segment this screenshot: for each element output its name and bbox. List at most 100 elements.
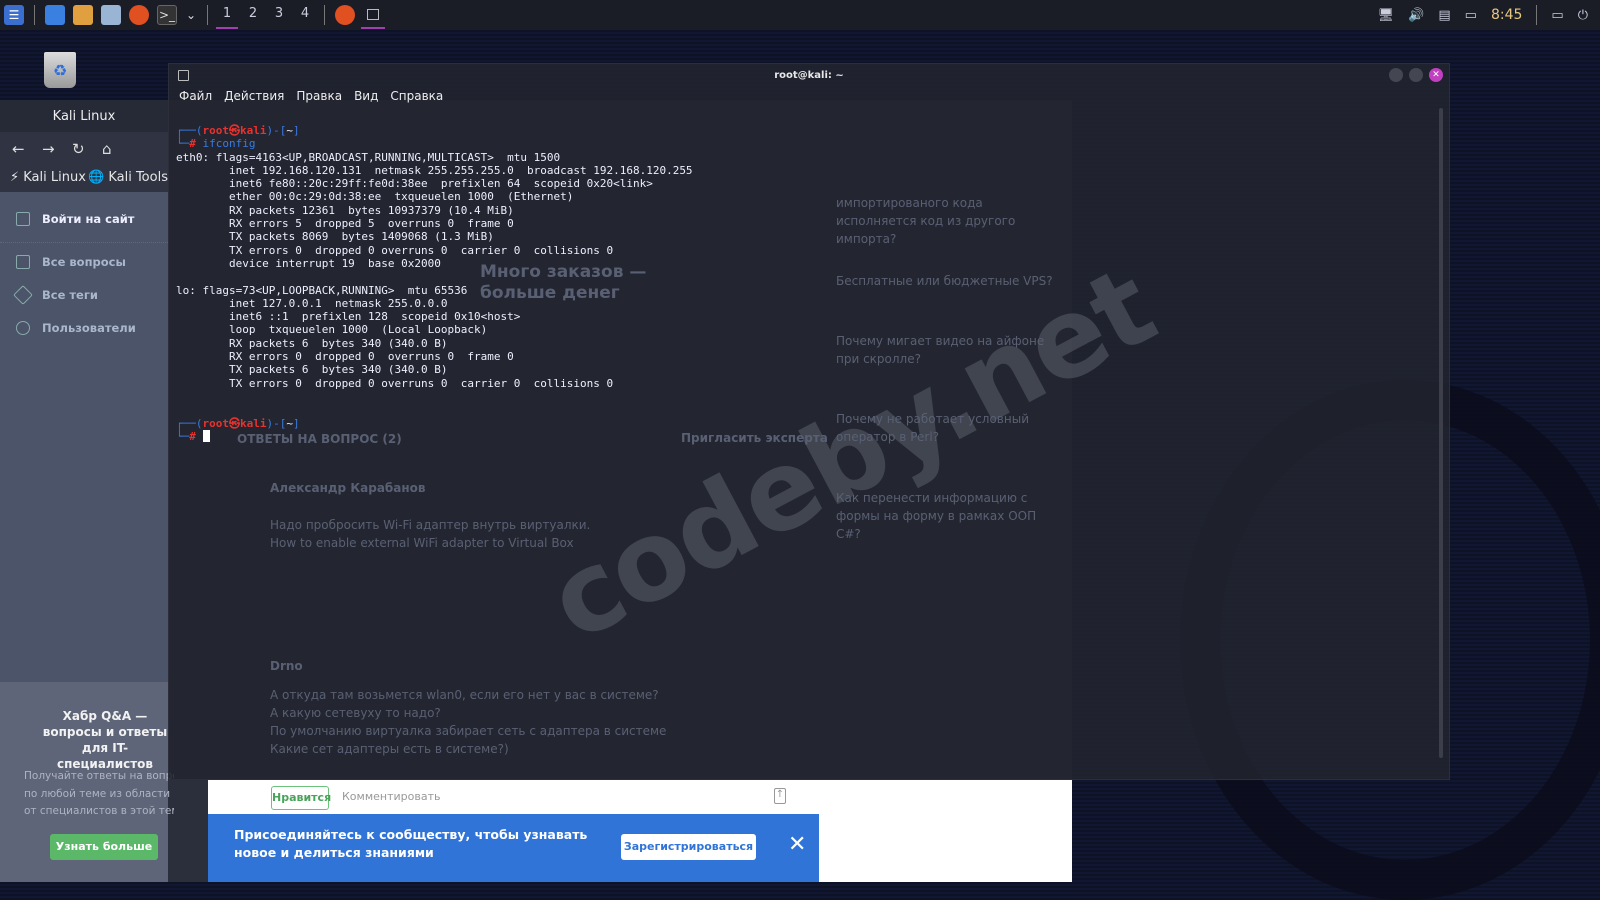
text-editor-icon[interactable] [101,5,121,25]
answer-text: А какую сетевуху то надо? [270,706,441,720]
sidebar-item-questions[interactable]: Все вопросы [16,255,126,269]
output-line: TX packets 8069 bytes 1409068 (1.3 MiB) [176,230,494,244]
menu-help[interactable]: Справка [390,89,443,103]
output-line: RX errors 5 dropped 5 overruns 0 frame 0 [176,217,514,231]
menu-file[interactable]: Файл [179,89,212,103]
window-title: root@kali: ~ [774,70,844,81]
battery-icon[interactable]: ▭ [1465,8,1477,23]
output-line: inet 192.168.120.131 netmask 255.255.255… [176,163,693,177]
close-icon[interactable]: ✕ [788,832,806,857]
divider [207,5,208,25]
network-icon[interactable]: 🖥 [1378,8,1395,23]
output-line: RX packets 12361 bytes 10937379 (10.4 Mi… [176,203,514,217]
answer-author[interactable]: Drno [270,657,303,675]
answer-text: Какие сет адаптеры есть в системе?) [270,742,509,756]
browser-toolbar: ← → ↻ ⌂ ⚡ Kali Linux 🌐 Kali Tools [0,132,168,192]
trash-icon[interactable]: ♻ [44,52,76,88]
back-icon[interactable]: ← [12,140,25,158]
forward-icon[interactable]: → [42,140,55,158]
terminal-window-button[interactable] [359,0,387,30]
bookmark-label: Kali Linux [23,170,86,185]
answer-author[interactable]: Александр Карабанов [270,479,426,497]
clock[interactable]: 8:45 [1491,7,1522,23]
kali-menu-icon[interactable]: ☰ [4,5,24,25]
menu-view[interactable]: Вид [354,89,378,103]
workspace-1[interactable]: 1 [214,0,240,30]
signup-banner: Присоединяйтесь к сообществу, чтобы узна… [208,814,819,882]
terminal-icon[interactable]: >_ [157,5,177,25]
register-button[interactable]: Зарегистрироваться [621,834,756,860]
bookmark-label: Kali Tools [108,170,168,185]
command-line: └─# ifconfig [176,137,256,151]
show-desktop-icon[interactable]: ▭ [1551,8,1563,23]
folder-icon[interactable] [73,5,93,25]
output-line: TX errors 0 dropped 0 overruns 0 carrier… [176,243,614,257]
promo-text: Получайте ответы на вопросыпо любой теме… [24,770,174,817]
firefox-icon[interactable] [129,5,149,25]
output-line: RX packets 6 bytes 340 (340.0 B) [176,336,448,350]
volume-icon[interactable]: 🔊 [1408,8,1424,23]
ad-title: Много заказов — больше денег [480,262,647,303]
related-question[interactable]: Почему мигает видео на айфоне при скролл… [836,332,1056,368]
terminal-window: root@kali: ~ ✕ Файл Действия Правка Вид … [168,63,1450,780]
menu-bar: Файл Действия Правка Вид Справка [179,89,443,103]
notifications-icon[interactable]: ▤ [1438,8,1450,23]
output-line: TX packets 6 bytes 340 (340.0 B) [176,363,448,377]
sidebar-item-tags[interactable]: Все теги [13,285,98,305]
output-line: eth0: flags=4163<UP,BROADCAST,RUNNING,MU… [176,150,561,164]
answer-text: А откуда там возьмется wlan0, если его н… [270,688,659,702]
related-question[interactable]: Почему не работает условный оператор в P… [836,410,1036,446]
system-tray: 🖥 🔊 ▤ ▭ 8:45 ▭ ⏻ [1378,0,1600,30]
sidebar: Войти на сайт Все вопросы Все теги Польз… [0,192,168,682]
sidebar-item-label: Все вопросы [42,255,126,269]
browser-title: Kali Linux [0,100,168,132]
prompt: ┌──(root㉿kali)-[~] [176,416,300,430]
menu-edit[interactable]: Правка [296,89,342,103]
related-question[interactable]: Как перенести информацию с формы на форм… [836,489,1056,543]
scrollbar[interactable] [1439,108,1443,758]
prompt: ┌──(root㉿kali)-[~] [176,124,300,137]
learn-more-button[interactable]: Узнать больше [50,834,158,860]
share-icon[interactable]: ↑ [774,788,786,804]
divider [34,5,35,25]
sidebar-item-label: Пользователи [42,321,136,335]
answer-actions: Нравится Комментировать ↑ [208,780,819,814]
minimize-button[interactable] [1389,68,1403,82]
workspace-3[interactable]: 3 [266,0,292,30]
answer-text: Надо пробросить Wi-Fi адаптер внутрь вир… [270,518,591,532]
answers-header: ОТВЕТЫ НА ВОПРОС (2) [237,432,402,446]
maximize-button[interactable] [1409,68,1423,82]
output-line: loop txqueuelen 1000 (Local Loopback) [176,323,488,337]
power-icon[interactable]: ⏻ [1578,8,1588,23]
answer-link[interactable]: How to enable external WiFi adapter to V… [270,534,574,552]
users-icon [16,321,30,335]
sidebar-item-users[interactable]: Пользователи [16,321,136,335]
divider [1536,5,1538,25]
divider [324,5,325,25]
chevron-down-icon[interactable]: ⌄ [185,5,197,25]
comment-link[interactable]: Комментировать [342,790,440,803]
related-question[interactable]: Бесплатные или бюджетные VPS? [836,272,1053,290]
sidebar-item-login[interactable]: Войти на сайт [16,212,134,226]
firefox-window-button[interactable] [335,5,355,25]
reload-icon[interactable]: ↻ [72,140,85,158]
bookmark-kali-linux[interactable]: ⚡ Kali Linux [10,170,86,185]
close-button[interactable]: ✕ [1429,68,1443,82]
workspace-4[interactable]: 4 [292,0,318,30]
sidebar-item-label: Все теги [42,288,98,302]
right-panel [819,780,1072,882]
related-question[interactable]: импортированого кода исполняется код из … [836,194,1056,248]
bookmark-kali-tools[interactable]: 🌐 Kali Tools [88,170,168,185]
like-button[interactable]: Нравится [271,786,331,810]
menu-actions[interactable]: Действия [224,89,284,103]
sidebar-item-label: Войти на сайт [42,212,135,226]
output-line: inet6 ::1 prefixlen 128 scopeid 0x10<hos… [176,310,521,324]
taskbar: ☰ >_ ⌄ 1 2 3 4 🖥 🔊 ▤ ▭ 8:45 ▭ ⏻ [0,0,1600,30]
invite-expert-link[interactable]: Пригласить эксперта [681,429,828,447]
promo-box: Хабр Q&A — вопросы и ответы для IT-специ… [0,682,174,882]
workspace-2[interactable]: 2 [240,0,266,30]
home-icon[interactable]: ⌂ [102,140,112,158]
files-icon[interactable] [45,5,65,25]
